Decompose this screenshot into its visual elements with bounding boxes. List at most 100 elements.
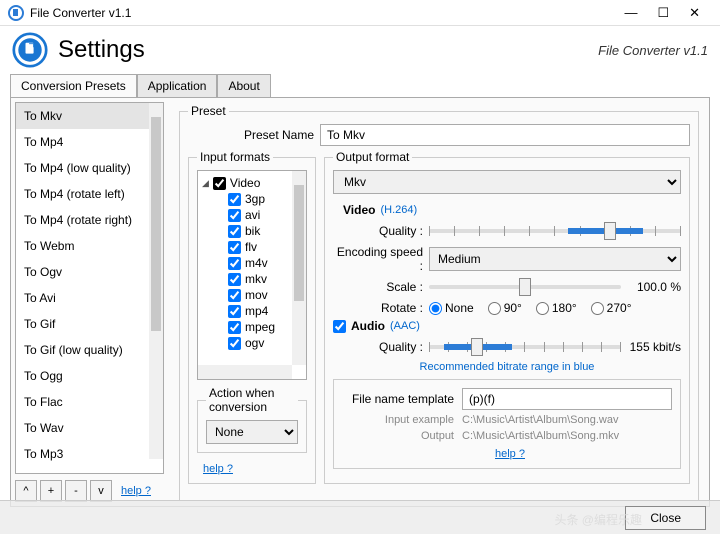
tree-item[interactable]: m4v	[200, 255, 304, 271]
tab-conversion-presets[interactable]: Conversion Presets	[10, 74, 137, 97]
input-formats-legend: Input formats	[197, 150, 273, 164]
sidebar: To Mkv To Mp4 To Mp4 (low quality) To Mp…	[11, 98, 169, 506]
preset-item[interactable]: To Mp3	[16, 441, 163, 467]
app-icon	[8, 5, 24, 21]
preset-item[interactable]: To Mp4 (rotate left)	[16, 181, 163, 207]
preset-name-input[interactable]	[320, 124, 690, 146]
help-link[interactable]: help ?	[495, 448, 525, 460]
output-format-fieldset: Output format Mkv Video (H.264) Quality …	[324, 150, 690, 484]
preset-legend: Preset	[188, 104, 229, 118]
format-tree[interactable]: ◢Video 3gp avi bik flv m4v mkv mov mp4 m…	[197, 170, 307, 380]
page-title: Settings	[58, 36, 598, 64]
preset-item[interactable]: To Avi	[16, 285, 163, 311]
input-example-value: C:\Music\Artist\Album\Song.wav	[462, 414, 619, 426]
tree-item[interactable]: 3gp	[200, 191, 304, 207]
header: Settings File Converter v1.1	[0, 26, 720, 74]
video-codec: (H.264)	[380, 204, 417, 216]
collapse-icon[interactable]: ◢	[202, 178, 209, 189]
preset-item[interactable]: To Wav	[16, 415, 163, 441]
app-logo-icon	[12, 32, 48, 68]
preset-item[interactable]: To Flac	[16, 389, 163, 415]
preset-item[interactable]: To Webm	[16, 233, 163, 259]
scrollbar[interactable]	[292, 171, 306, 365]
close-button[interactable]: Close	[625, 506, 706, 530]
scale-slider[interactable]	[429, 277, 621, 297]
video-quality-label: Quality :	[333, 224, 429, 238]
tree-item[interactable]: flv	[200, 239, 304, 255]
minimize-button[interactable]: —	[624, 5, 637, 21]
audio-quality-value: 155 kbit/s	[629, 340, 681, 354]
rotate-270-radio[interactable]: 270°	[591, 301, 632, 315]
preset-item[interactable]: To Gif (low quality)	[16, 337, 163, 363]
delete-preset-button[interactable]: -	[65, 480, 87, 502]
sidebar-buttons: ^ + - v help ?	[15, 480, 164, 502]
preset-item[interactable]: To Mp4	[16, 129, 163, 155]
preset-item[interactable]: To Ogg	[16, 363, 163, 389]
output-format-select[interactable]: Mkv	[333, 170, 681, 194]
rotate-90-radio[interactable]: 90°	[488, 301, 522, 315]
tree-root-checkbox[interactable]	[213, 177, 226, 190]
tab-application[interactable]: Application	[137, 74, 218, 97]
tree-item[interactable]: avi	[200, 207, 304, 223]
scale-value: 100.0 %	[629, 280, 681, 294]
audio-checkbox[interactable]	[333, 320, 346, 333]
move-down-button[interactable]: v	[90, 480, 112, 502]
help-link[interactable]: help ?	[203, 463, 233, 475]
rotate-180-radio[interactable]: 180°	[536, 301, 577, 315]
recommended-text: Recommended bitrate range in blue	[333, 361, 681, 373]
audio-codec: (AAC)	[390, 320, 420, 332]
rotate-radios: None 90° 180° 270°	[429, 301, 632, 315]
preset-list[interactable]: To Mkv To Mp4 To Mp4 (low quality) To Mp…	[15, 102, 164, 474]
app-subtitle: File Converter v1.1	[598, 43, 708, 58]
tab-about[interactable]: About	[217, 74, 270, 97]
content: Preset Preset Name Input formats ◢Video …	[169, 98, 709, 506]
filename-template-label: File name template	[342, 392, 462, 406]
output-format-legend: Output format	[333, 150, 412, 164]
preset-name-label: Preset Name	[188, 128, 320, 142]
scale-label: Scale :	[333, 280, 429, 294]
bottom-bar: 头条 @编程乐趣 Close	[0, 500, 720, 534]
audio-quality-slider[interactable]	[429, 337, 621, 357]
input-formats-fieldset: Input formats ◢Video 3gp avi bik flv m4v…	[188, 150, 316, 484]
window-title: File Converter v1.1	[30, 6, 624, 20]
preset-item[interactable]: To Ogv	[16, 259, 163, 285]
tree-item[interactable]: mkv	[200, 271, 304, 287]
tree-item[interactable]: bik	[200, 223, 304, 239]
preset-item[interactable]: To Mp4 (rotate right)	[16, 207, 163, 233]
filename-template-input[interactable]	[462, 388, 672, 410]
tree-item[interactable]: ogv	[200, 335, 304, 351]
preset-item[interactable]: To Mp4 (low quality)	[16, 155, 163, 181]
main-panel: To Mkv To Mp4 To Mp4 (low quality) To Mp…	[10, 97, 710, 507]
filename-template-box: File name template Input example C:\Musi…	[333, 379, 681, 469]
action-fieldset: Action when conversion None	[197, 386, 307, 453]
preset-item[interactable]: To Gif	[16, 311, 163, 337]
tree-item[interactable]: mp4	[200, 303, 304, 319]
encoding-speed-label: Encoding speed :	[333, 245, 429, 273]
video-section-label: Video	[343, 203, 375, 217]
preset-item[interactable]: To Mkv	[16, 103, 163, 129]
audio-quality-label: Quality :	[333, 340, 429, 354]
move-up-button[interactable]: ^	[15, 480, 37, 502]
close-button[interactable]: ✕	[689, 5, 700, 21]
tabs: Conversion Presets Application About	[10, 74, 710, 97]
tree-root[interactable]: ◢Video	[200, 175, 304, 191]
titlebar: File Converter v1.1 — ☐ ✕	[0, 0, 720, 26]
output-example-value: C:\Music\Artist\Album\Song.mkv	[462, 430, 619, 442]
action-legend: Action when conversion	[206, 386, 298, 414]
input-example-label: Input example	[342, 414, 462, 426]
video-quality-slider[interactable]	[429, 221, 681, 241]
action-select[interactable]: None	[206, 420, 298, 444]
rotate-label: Rotate :	[333, 301, 429, 315]
preset-fieldset: Preset Preset Name Input formats ◢Video …	[179, 104, 699, 501]
add-preset-button[interactable]: +	[40, 480, 62, 502]
help-link[interactable]: help ?	[121, 485, 151, 497]
maximize-button[interactable]: ☐	[657, 5, 669, 21]
tree-item[interactable]: mov	[200, 287, 304, 303]
scrollbar-h[interactable]	[198, 365, 292, 379]
scrollbar[interactable]	[149, 103, 163, 459]
rotate-none-radio[interactable]: None	[429, 301, 474, 315]
audio-section-label: Audio	[351, 319, 385, 333]
output-example-label: Output	[342, 430, 462, 442]
tree-item[interactable]: mpeg	[200, 319, 304, 335]
encoding-speed-select[interactable]: Medium	[429, 247, 681, 271]
